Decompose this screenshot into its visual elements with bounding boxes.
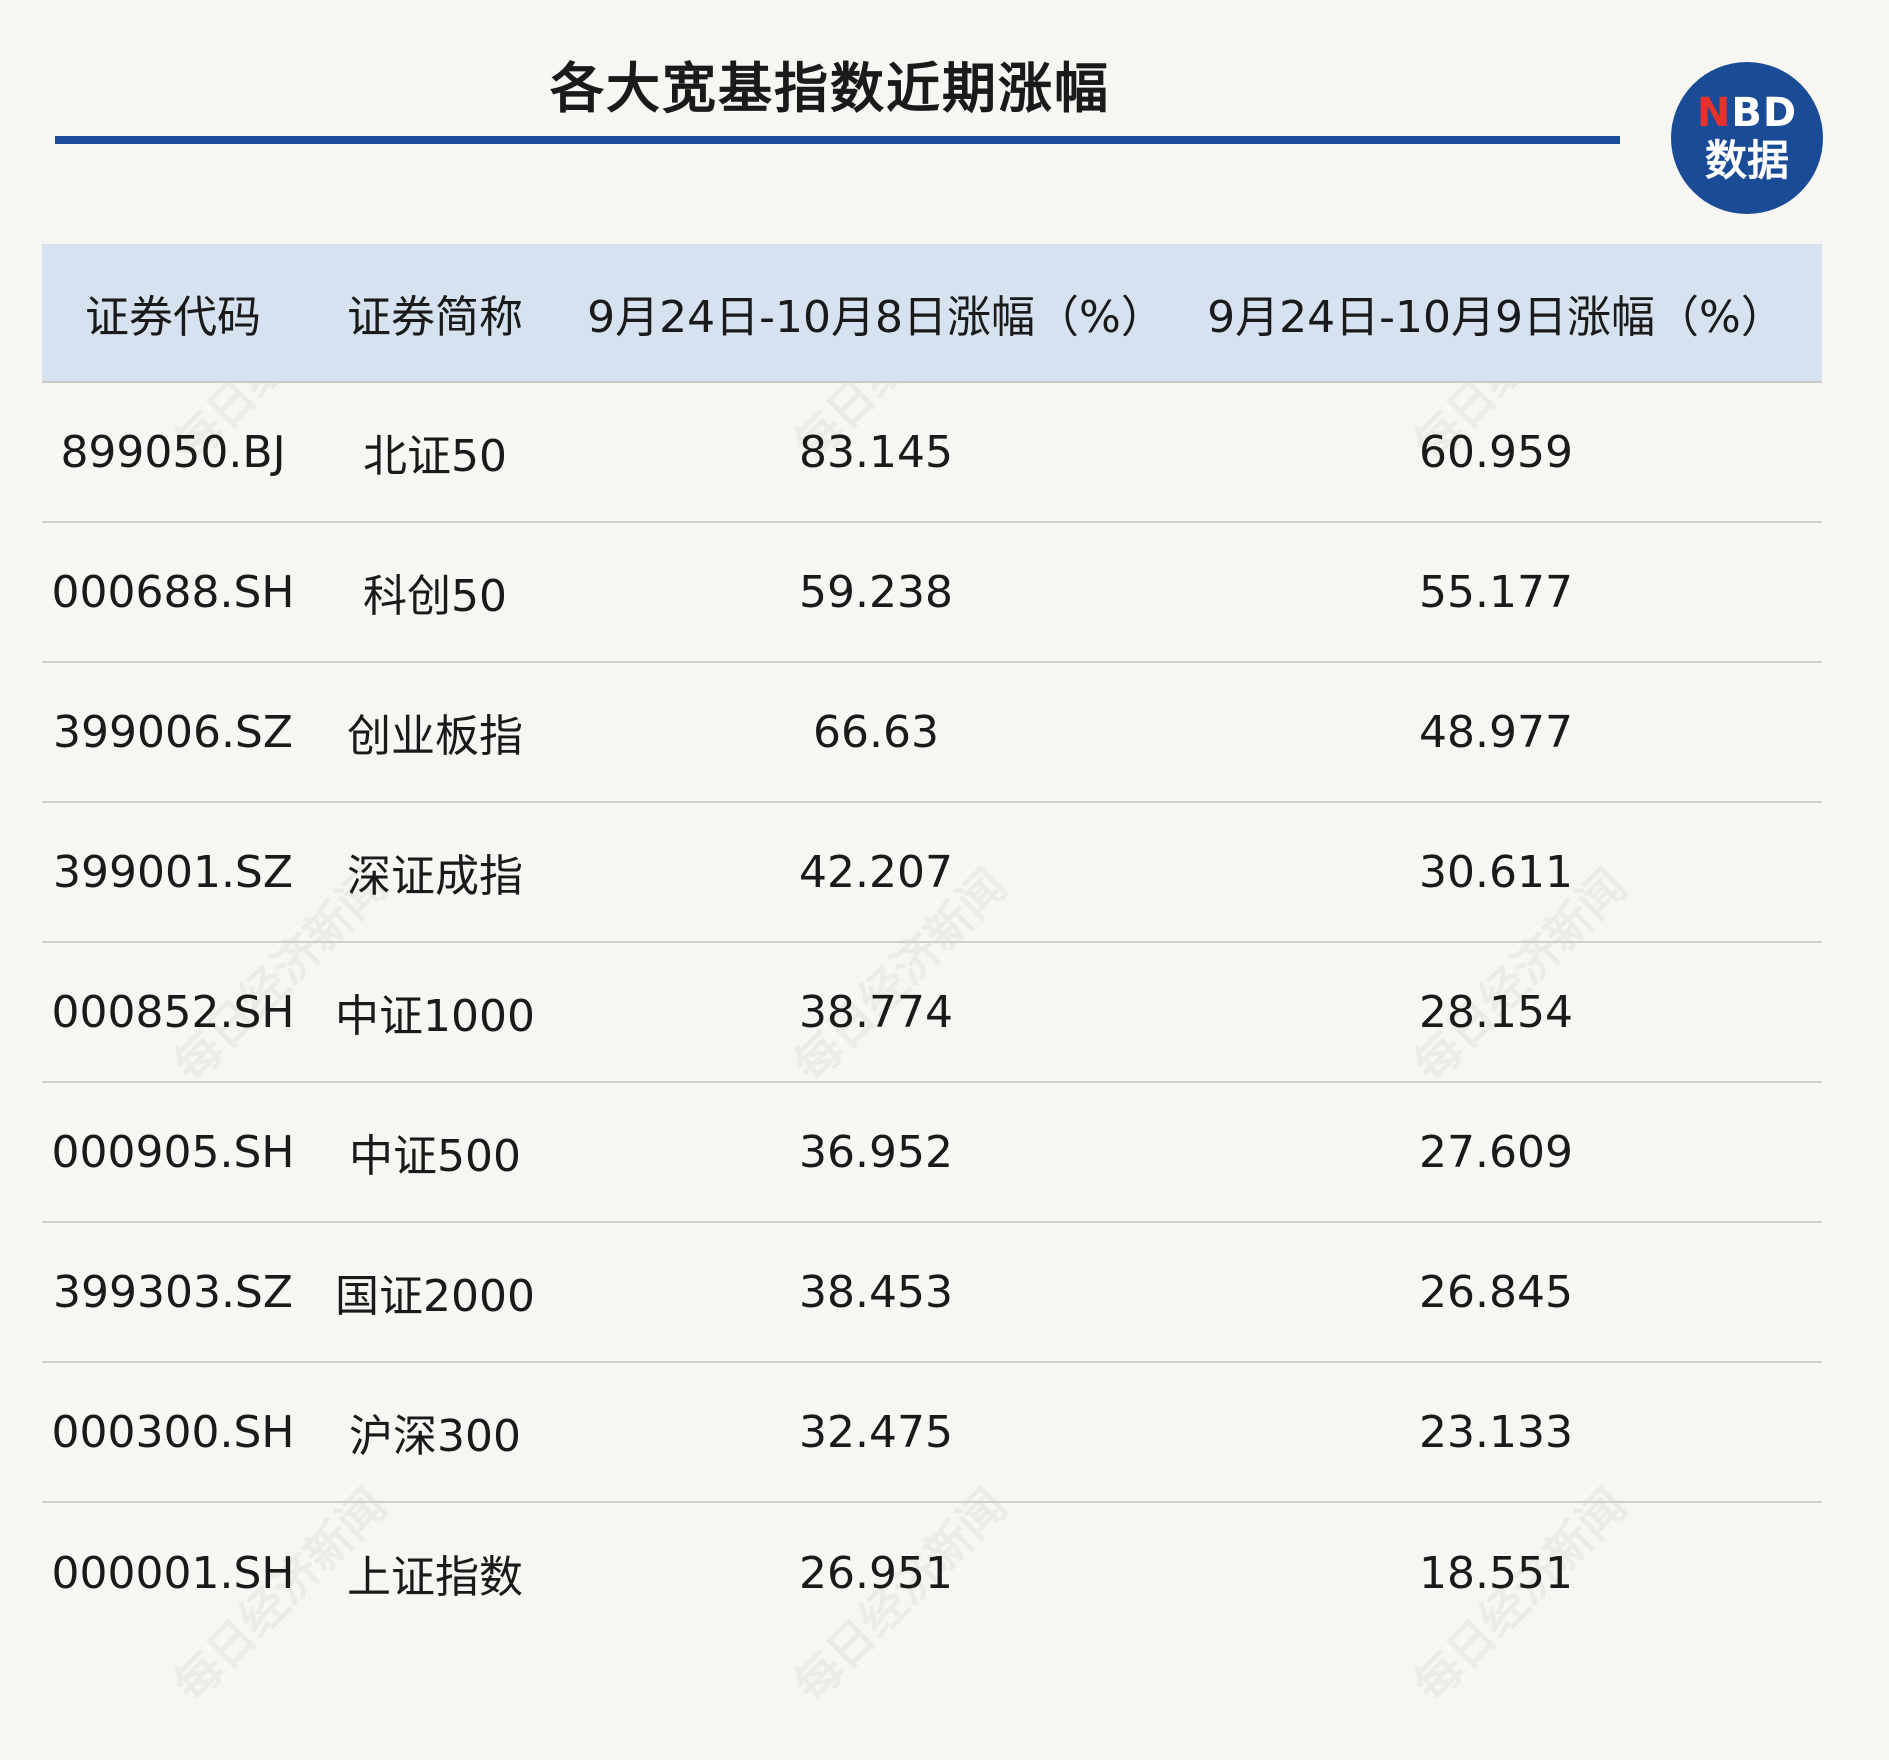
- cell-code: 000688.SH: [51, 566, 295, 618]
- cell-gain-oct8: 26.951: [799, 1547, 953, 1599]
- cell-name: 中证1000: [335, 991, 535, 1042]
- table-row: 000300.SH 沪深300 32.475 23.133: [42, 1363, 1822, 1503]
- table-row: 399001.SZ 深证成指 42.207 30.611: [42, 803, 1822, 943]
- cell-gain-oct8: 66.63: [813, 706, 939, 758]
- cell-gain-oct8: 42.207: [799, 846, 953, 898]
- table-row: 000852.SH 中证1000 38.774 28.154: [42, 943, 1822, 1083]
- cell-gain-oct8: 36.952: [799, 1126, 953, 1178]
- logo-text-data: 数据: [1704, 136, 1789, 185]
- table-row: 000688.SH 科创50 59.238 55.177: [42, 523, 1822, 663]
- header-name: 证券简称: [347, 291, 523, 343]
- table-header: 证券代码 证券简称 9月24日-10月8日涨幅（%） 9月24日-10月9日涨幅…: [42, 244, 1822, 383]
- cell-code: 000001.SH: [51, 1547, 295, 1599]
- cell-gain-oct8: 38.774: [799, 986, 953, 1038]
- table-row: 399006.SZ 创业板指 66.63 48.977: [42, 663, 1822, 803]
- table-row: 399303.SZ 国证2000 38.453 26.845: [42, 1223, 1822, 1363]
- cell-gain-oct9: 60.959: [1419, 426, 1573, 478]
- cell-gain-oct9: 18.551: [1419, 1547, 1573, 1599]
- logo-text-bd: BD: [1731, 90, 1798, 136]
- title-underline: [55, 136, 1620, 144]
- cell-name: 创业板指: [347, 711, 523, 762]
- header-gain-oct8: 9月24日-10月8日涨幅（%）: [587, 291, 1165, 343]
- cell-code: 399001.SZ: [52, 846, 294, 898]
- cell-gain-oct8: 38.453: [799, 1266, 953, 1318]
- table-row: 899050.BJ 北证50 83.145 60.959: [42, 383, 1822, 523]
- cell-code: 000300.SH: [51, 1406, 295, 1458]
- cell-gain-oct9: 26.845: [1419, 1266, 1573, 1318]
- cell-gain-oct9: 55.177: [1419, 566, 1573, 618]
- cell-name: 科创50: [363, 571, 507, 622]
- cell-name: 国证2000: [335, 1271, 535, 1322]
- cell-gain-oct9: 28.154: [1419, 986, 1573, 1038]
- cell-code: 399006.SZ: [52, 706, 294, 758]
- nbd-logo: NBD 数据: [1671, 62, 1823, 214]
- cell-name: 沪深300: [349, 1411, 521, 1462]
- cell-gain-oct8: 83.145: [799, 426, 953, 478]
- cell-name: 中证500: [349, 1131, 521, 1182]
- cell-code: 000852.SH: [51, 986, 295, 1038]
- cell-gain-oct9: 48.977: [1419, 706, 1573, 758]
- table-row: 000905.SH 中证500 36.952 27.609: [42, 1083, 1822, 1223]
- logo-text-n: N: [1696, 90, 1732, 136]
- table-row: 000001.SH 上证指数 26.951 18.551: [42, 1503, 1822, 1643]
- cell-gain-oct9: 27.609: [1419, 1126, 1573, 1178]
- cell-code: 000905.SH: [51, 1126, 295, 1178]
- header-code: 证券代码: [85, 291, 261, 343]
- cell-gain-oct8: 32.475: [799, 1406, 953, 1458]
- index-gains-table: 证券代码 证券简称 9月24日-10月8日涨幅（%） 9月24日-10月9日涨幅…: [42, 244, 1822, 1643]
- cell-code: 399303.SZ: [52, 1266, 294, 1318]
- chart-title: 各大宽基指数近期涨幅: [550, 57, 1110, 120]
- cell-name: 上证指数: [347, 1552, 523, 1603]
- cell-gain-oct8: 59.238: [799, 566, 953, 618]
- cell-code: 899050.BJ: [60, 426, 286, 478]
- cell-gain-oct9: 30.611: [1419, 846, 1573, 898]
- cell-name: 深证成指: [347, 851, 523, 902]
- cell-gain-oct9: 23.133: [1419, 1406, 1573, 1458]
- header-gain-oct9: 9月24日-10月9日涨幅（%）: [1207, 291, 1785, 343]
- cell-name: 北证50: [363, 431, 507, 482]
